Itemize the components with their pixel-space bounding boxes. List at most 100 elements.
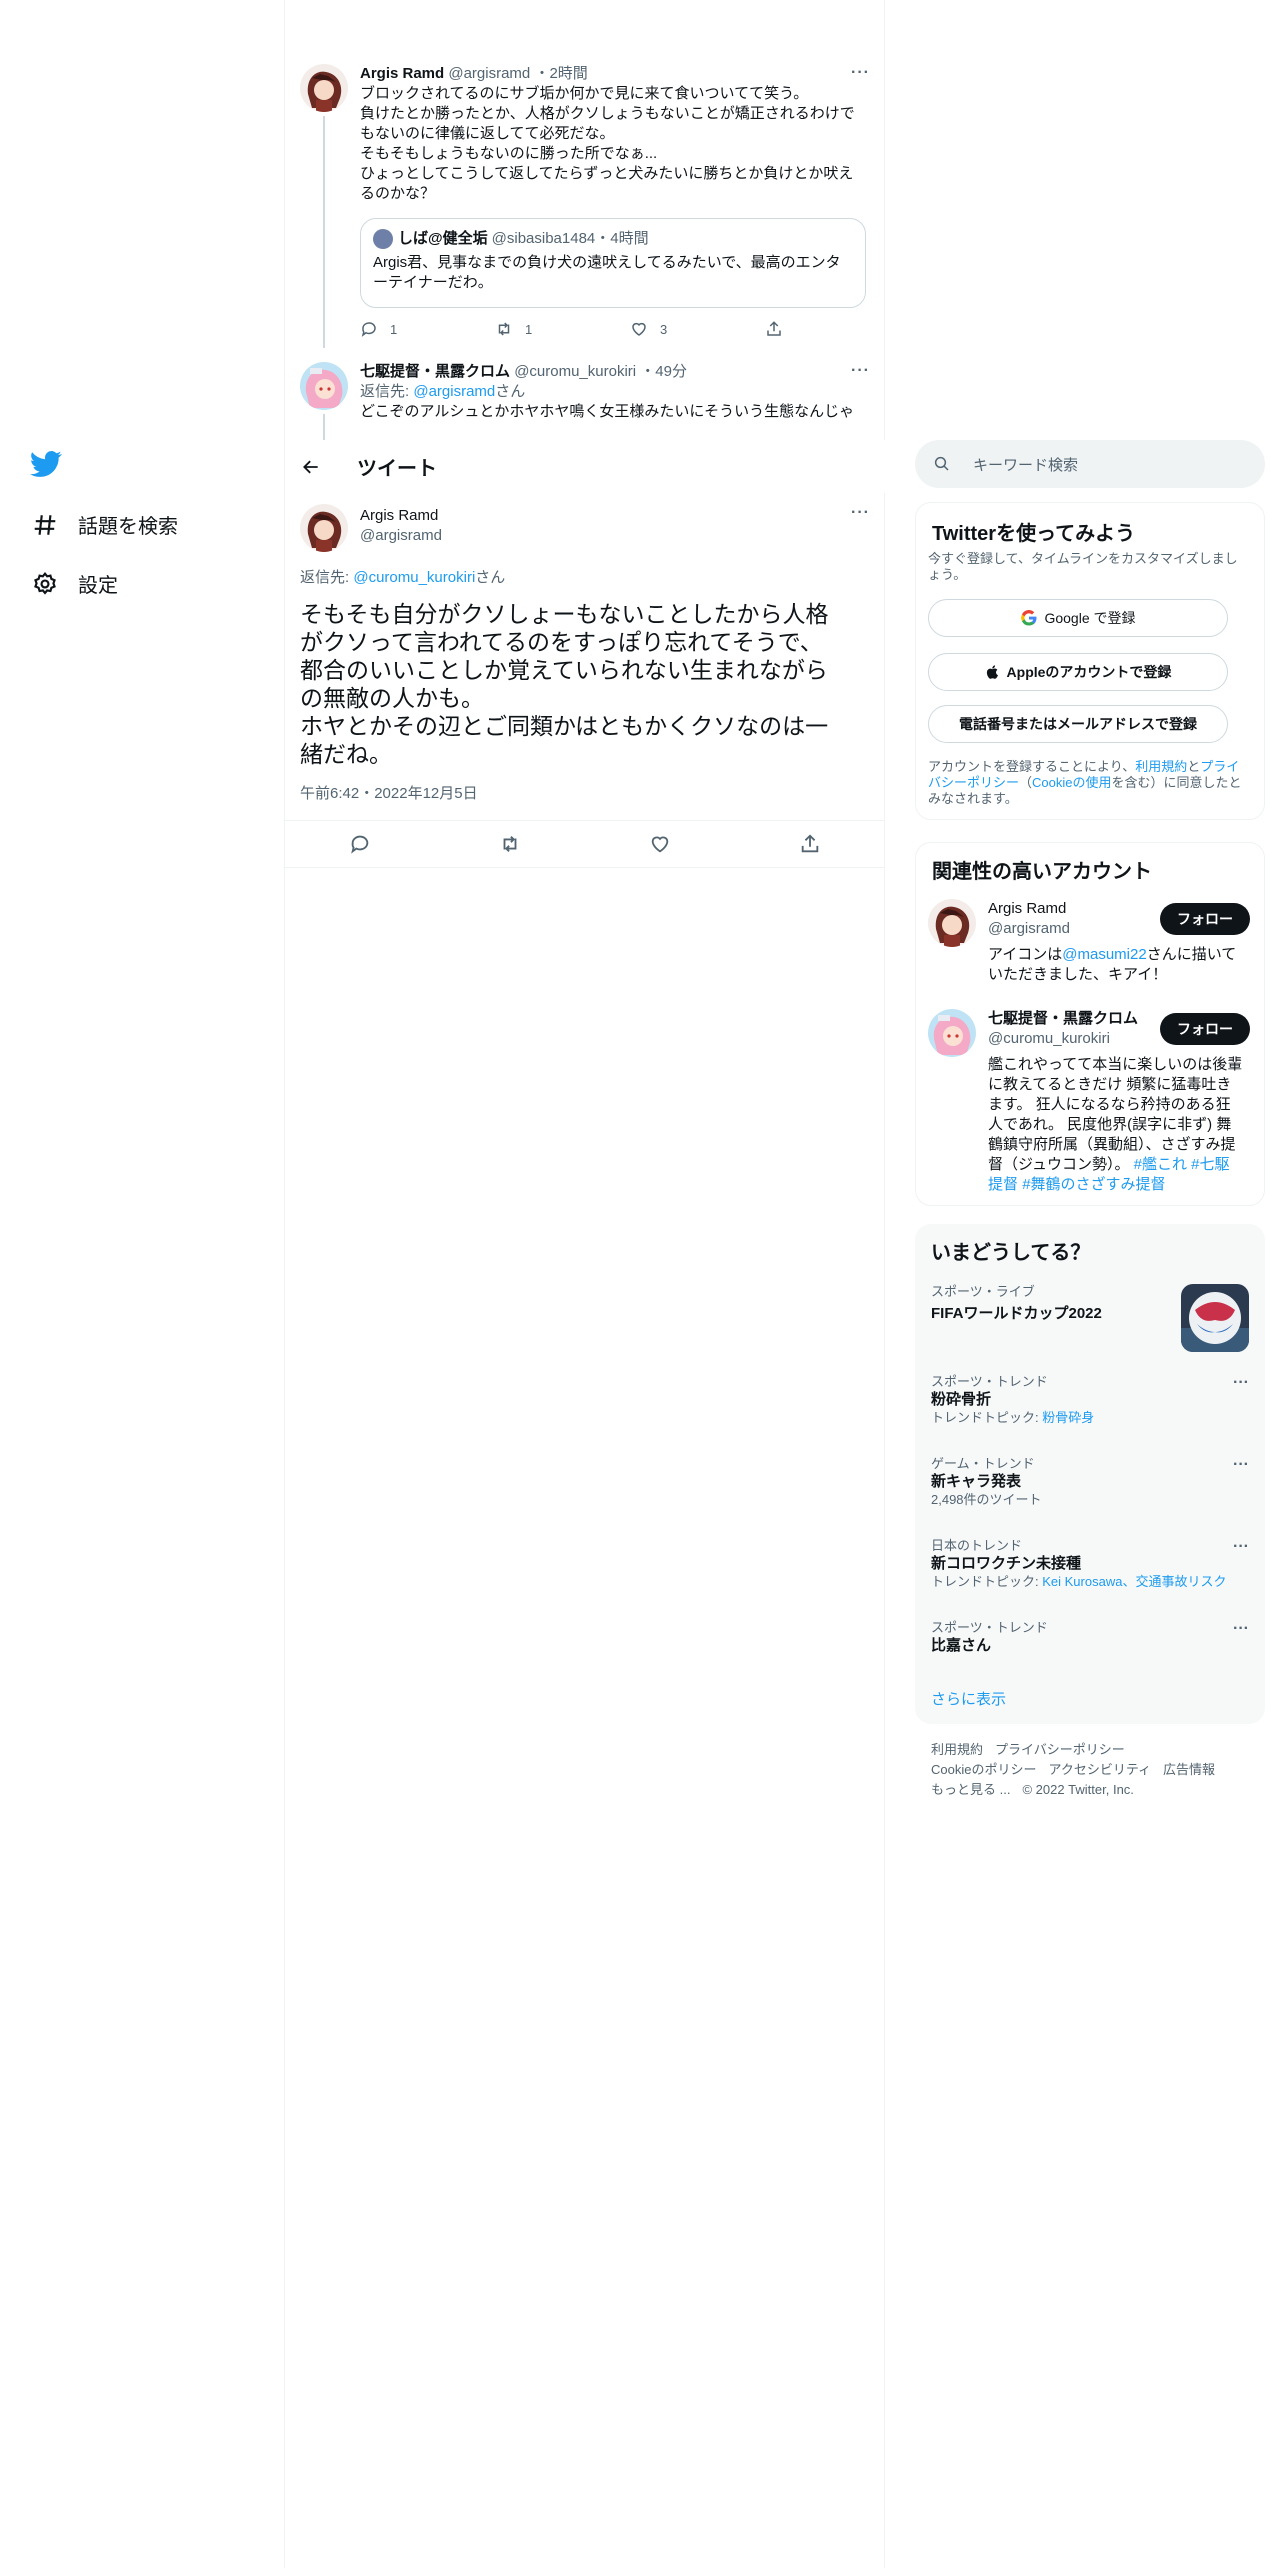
hashtag-link[interactable]: 提督 [988,1176,1018,1193]
phone-signup-label: 電話番号またはメールアドレスで登録 [959,716,1197,732]
tweet-line: ホヤとかその辺とご同類かはともかくクソなのは一 [300,713,829,739]
author-name[interactable]: Argis Ramd [360,65,444,82]
more-icon[interactable]: ··· [1233,1456,1249,1474]
footer-accessibility-link[interactable]: アクセシビリティ [1048,1762,1151,1777]
author-name[interactable]: Argis Ramd [360,506,442,526]
tweet-line: もないのに律儀に返してて必死だな。 [360,125,615,142]
terms-link[interactable]: 利用規約 [1135,759,1187,774]
heart-icon[interactable] [649,833,671,855]
quote-author-handle: @sibasiba1484 [491,230,596,247]
trends-title: いまどうしてる？ [931,1242,1091,1264]
reply-context: 返信先: @curomu_kurokiriさん [300,568,505,588]
follow-button[interactable]: フォロー [1160,903,1250,935]
page-title: ツイート [357,458,437,480]
account-handle: @curomu_kurokiri [988,1030,1110,1047]
share-button[interactable] [765,320,900,338]
tweet-line: 緒だね。 [300,741,392,767]
more-icon[interactable]: ··· [1233,1374,1249,1392]
quote-author-name: しば@健全垢 [398,230,488,247]
account-name: 七駆提督・黒露クロム [988,1010,1139,1027]
more-icon[interactable]: ··· [851,64,870,82]
thread-tweet[interactable]: 七駆提督・黒露クロム @curomu_kurokiri ・49分 ··· 返信先… [300,362,870,440]
trend-item[interactable]: ゲーム・トレンド 新キャラ発表 2,498件のツイート ··· [931,1456,1249,1516]
like-button[interactable]: 3 [630,320,765,338]
thread-connector [323,414,325,440]
bio-mention-link[interactable]: @masumi22 [1062,946,1146,963]
tweet-text: どこぞのアルシュとかホヤホヤ鳴く女王様みたいにそういう生態なんじゃ [360,403,855,420]
tweet-text: ブロックされてるのにサブ垢か何かで見に来て食いついてて笑う。 負けたとか勝ったと… [360,84,870,204]
avatar[interactable] [928,1009,976,1057]
tweet-line: そもそもしょうもないのに勝った所でなぁ... [360,145,658,162]
nav-explore[interactable]: 話題を検索 [32,510,178,539]
quote-tweet[interactable]: しば@健全垢 @sibasiba1484 ・4時間 Argis君、見事なまでの負… [360,218,866,308]
tweet-timestamp[interactable]: 午前6:42・2022年12月5日 [300,782,478,803]
more-icon[interactable]: ··· [851,362,870,380]
avatar[interactable] [928,899,976,947]
trend-meta: スポーツ・トレンド [931,1620,1048,1635]
footer-terms-link[interactable]: 利用規約 [931,1742,983,1757]
reply-suffix: さん [475,569,506,586]
share-icon[interactable] [799,833,821,855]
footer-more-link[interactable]: もっと見る ... [931,1782,1010,1797]
related-account[interactable]: 七駆提督・黒露クロム @curomu_kurokiri フォロー 艦これやってて… [916,1009,1264,1199]
trend-name: 新キャラ発表 [931,1473,1022,1490]
author-handle[interactable]: @curomu_kurokiri [514,363,636,380]
share-icon [767,321,781,336]
show-more-link[interactable]: さらに表示 [931,1688,1006,1709]
avatar[interactable] [300,64,348,112]
footer-ads-link[interactable]: 広告情報 [1163,1762,1215,1777]
google-signup-button[interactable]: Google で登録 [928,599,1228,637]
search-input[interactable]: キーワード検索 [915,440,1265,488]
twitter-logo-icon[interactable] [30,448,70,484]
account-bio: アイコンは@masumi22さんに描いていただきました、キアイ！ [988,945,1250,985]
hashtag-link[interactable]: #七駆 [1191,1156,1229,1173]
trend-meta: 日本のトレンド [931,1538,1023,1553]
nav-settings[interactable]: 設定 [32,569,118,598]
reply-to-link[interactable]: @curomu_kurokiri [353,569,475,586]
avatar[interactable] [300,504,348,552]
trend-item[interactable]: スポーツ・トレンド 粉砕骨折 トレンドトピック: 粉骨砕身 ··· [931,1374,1249,1434]
more-icon[interactable]: ··· [1233,1620,1249,1638]
related-account[interactable]: Argis Ramd @argisramd フォロー アイコンは@masumi2… [916,899,1264,999]
avatar[interactable] [300,362,348,410]
reply-icon[interactable] [349,833,371,855]
retweet-button[interactable]: 1 [495,320,630,338]
tweet-text: そもそも自分がクソしょーもないことしたから人格 がクソって言われてるのをすっぽり… [300,600,870,768]
hashtag-link[interactable]: #艦これ [1134,1156,1187,1173]
footer-privacy-link[interactable]: プライバシーポリシー [995,1742,1125,1757]
back-arrow-icon[interactable] [301,457,321,477]
apple-signup-label: Appleのアカウントで登録 [1006,664,1172,680]
more-icon[interactable]: ··· [851,504,870,522]
reply-to-link[interactable]: @argisramd [413,383,495,400]
follow-button[interactable]: フォロー [1160,1013,1250,1045]
trend-topic-link[interactable]: Kei Kurosawa、交通事故リスク [1042,1574,1226,1589]
tweet-time[interactable]: ・2時間 [534,65,587,82]
reply-button[interactable]: 1 [360,320,495,338]
trend-topic-link[interactable]: 粉骨砕身 [1042,1410,1094,1425]
author-handle[interactable]: @argisramd [360,526,442,546]
trend-topic: トレンドトピック: 粉骨砕身 [931,1410,1249,1426]
retweet-icon[interactable] [499,833,521,855]
trend-item[interactable]: スポーツ・トレンド 比嘉さん ··· [931,1620,1249,1664]
cookie-link[interactable]: Cookieの使用 [1032,775,1111,790]
tweet-line: の無敵の人かも。 [300,685,484,711]
trend-item[interactable]: 日本のトレンド 新コロワクチン未接種 トレンドトピック: Kei Kurosaw… [931,1538,1249,1598]
quote-header: しば@健全垢 @sibasiba1484 ・4時間 [373,229,853,249]
apple-signup-button[interactable]: Appleのアカウントで登録 [928,653,1228,691]
trend-meta: スポーツ・トレンド [931,1374,1048,1389]
trend-item[interactable]: スポーツ・ライブ FIFAワールドカップ2022 [931,1284,1249,1364]
footer-cookie-link[interactable]: Cookieのポリシー [931,1762,1036,1777]
focused-tweet: Argis Ramd @argisramd ··· 返信先: @curomu_k… [300,504,870,804]
retweet-icon [498,322,510,336]
tweet-time[interactable]: ・49分 [640,363,687,380]
signup-card: Twitterを使ってみよう 今すぐ登録して、タイムラインをカスタマイズしましょ… [915,502,1265,820]
hashtag-link[interactable]: #舞鶴のさざすみ提督 [1022,1176,1165,1193]
related-title: 関連性の高いアカウント [932,861,1152,883]
author-name[interactable]: 七駆提督・黒露クロム [360,363,510,380]
thread-tweet[interactable]: Argis Ramd @argisramd ・2時間 ··· ブロックされてるの… [300,64,870,348]
author-handle[interactable]: @argisramd [448,65,530,82]
phone-email-signup-button[interactable]: 電話番号またはメールアドレスで登録 [928,705,1228,743]
more-icon[interactable]: ··· [1233,1538,1249,1556]
page-header: ツイート [285,440,885,493]
trend-name: 新コロワクチン未接種 [931,1555,1082,1572]
